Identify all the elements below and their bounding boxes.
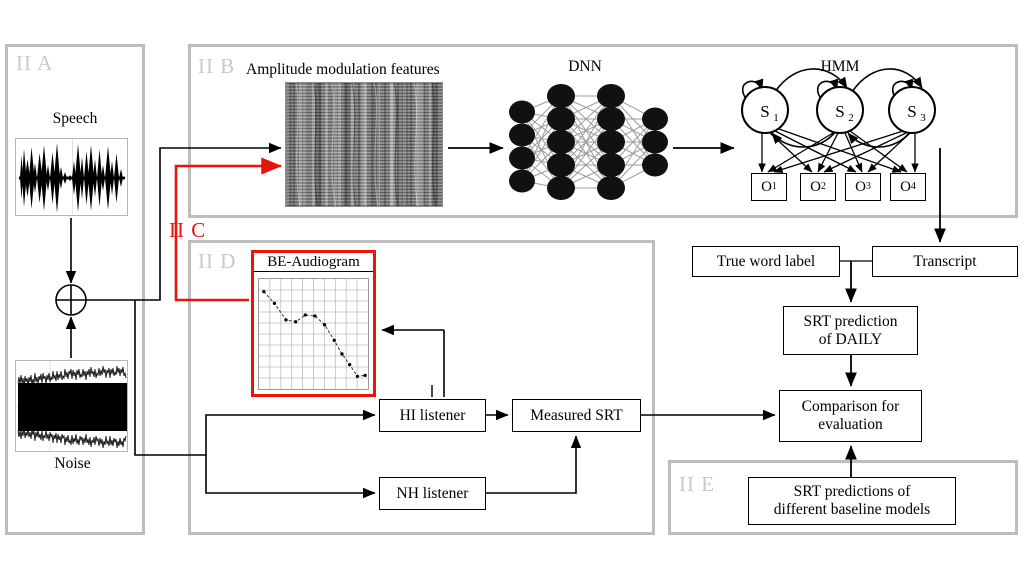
diagram-canvas: II A II B II C II D II E Speech Noise Am… xyxy=(0,0,1024,576)
svg-text:S: S xyxy=(760,102,769,121)
svg-text:S: S xyxy=(835,102,844,121)
connectors: S 1 S 2 S 3 xyxy=(55,68,946,499)
svg-text:1: 1 xyxy=(773,112,779,124)
svg-text:2: 2 xyxy=(848,112,854,124)
svg-text:S: S xyxy=(907,102,916,121)
svg-text:3: 3 xyxy=(920,112,926,124)
